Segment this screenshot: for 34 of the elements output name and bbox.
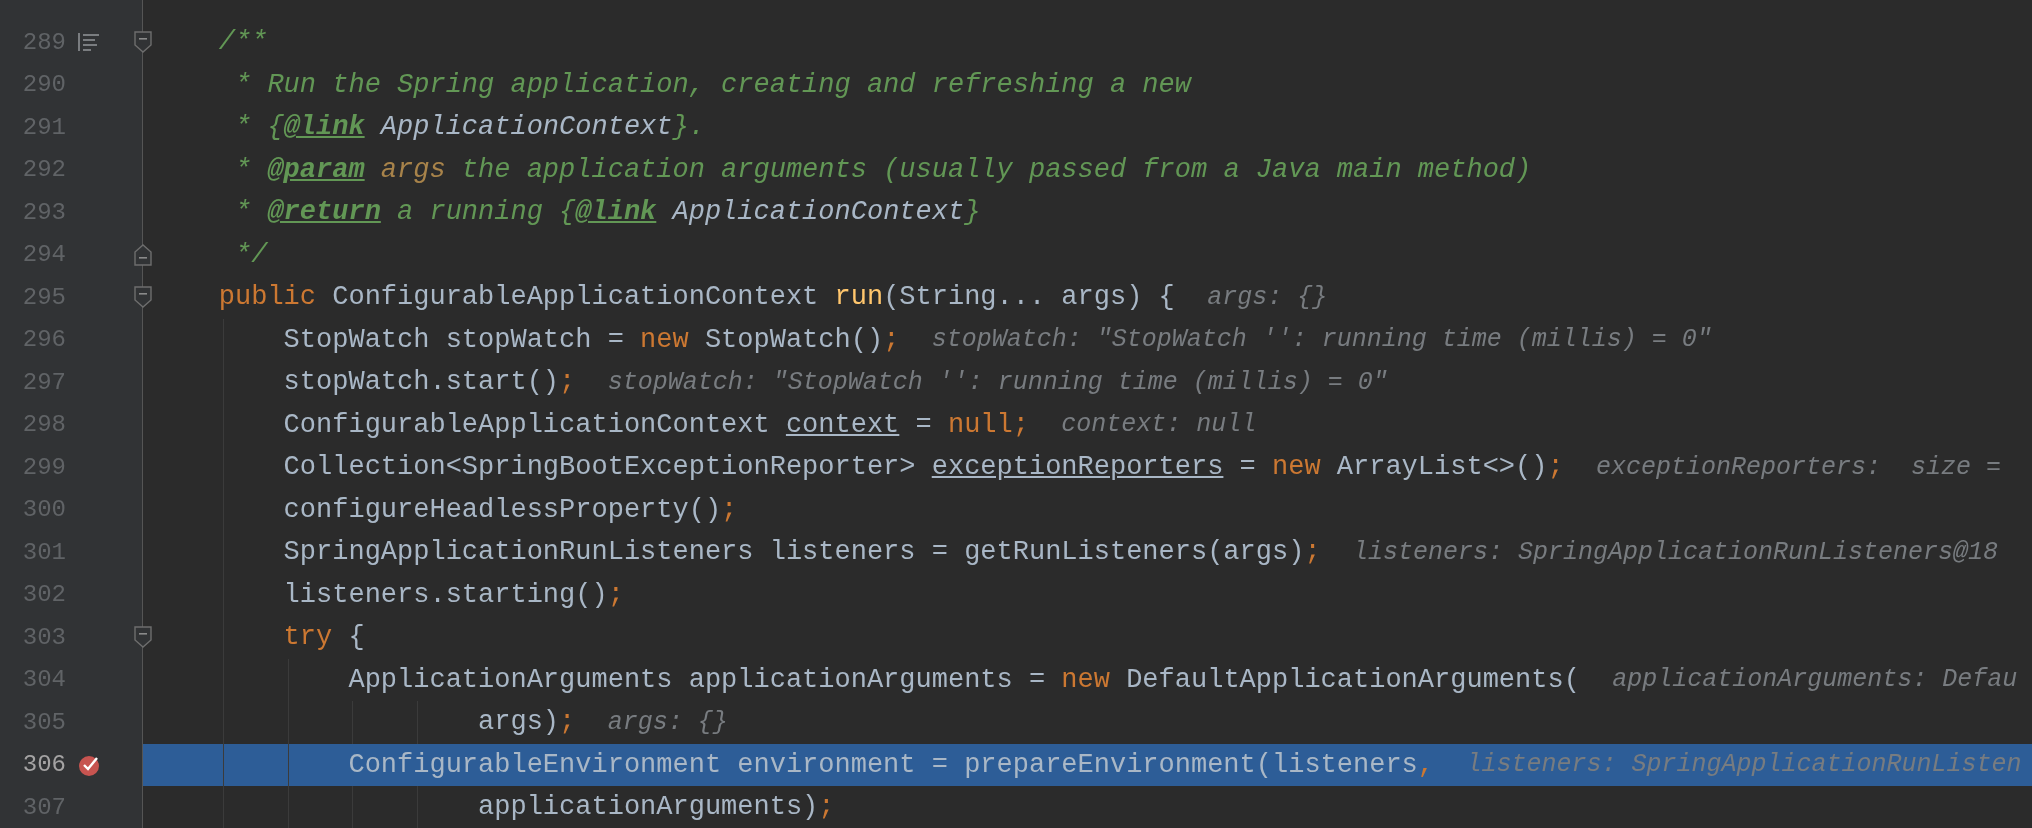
rendered-doc-icon[interactable] bbox=[78, 33, 100, 52]
code-line: StopWatch stopWatch = new StopWatch(); bbox=[282, 324, 900, 355]
doc-comment-line: /** bbox=[217, 27, 268, 58]
code-line: public ConfigurableApplicationContext run(String... args) { bbox=[217, 282, 1175, 313]
inline-value-hint: stopWatch: "StopWatch '': running time (millis) = 0" bbox=[931, 325, 1712, 355]
fold-icon[interactable] bbox=[134, 626, 152, 648]
doc-comment-line: * Run the Spring application, creating and refreshing a new bbox=[234, 69, 1191, 100]
code-line: args); bbox=[477, 707, 576, 738]
code-line: ConfigurableEnvironment environment = prepareEnvironment(listeners, bbox=[347, 749, 1434, 780]
inline-value-hint: applicationArguments: Defau bbox=[1612, 665, 2018, 695]
inline-value-hint: args: {} bbox=[607, 707, 728, 737]
doc-comment-line: * @param args the application arguments (usually passed from a Java main method) bbox=[234, 154, 1532, 185]
code-line: Collection<SpringBootExceptionReporter> exceptionReporters = new ArrayList<>(); bbox=[282, 452, 1564, 483]
inline-value-hint: listeners: SpringApplicationRunListen bbox=[1466, 750, 2022, 780]
code-line: ApplicationArguments applicationArguments = new DefaultApplicationArguments( bbox=[347, 664, 1580, 695]
code-line: SpringApplicationRunListeners listeners = getRunListeners(args); bbox=[282, 537, 1321, 568]
code-line: try { bbox=[282, 622, 365, 653]
inline-value-hint: args: {} bbox=[1207, 282, 1328, 312]
code-line: ConfigurableApplicationContext context = null; bbox=[282, 409, 1029, 440]
fold-icon[interactable] bbox=[134, 286, 152, 308]
doc-comment-line: * @return a running {@link ApplicationContext} bbox=[234, 197, 981, 228]
doc-comment-line: */ bbox=[234, 239, 268, 270]
fold-icon[interactable] bbox=[134, 243, 152, 266]
inline-value-hint: context: null bbox=[1061, 410, 1257, 440]
code-line: stopWatch.start(); bbox=[282, 367, 576, 398]
code-line: listeners.starting(); bbox=[282, 579, 624, 610]
code-line: applicationArguments); bbox=[477, 792, 835, 823]
line-number: 306 bbox=[21, 751, 66, 779]
inline-value-hint: listeners: SpringApplicationRunListeners@18 bbox=[1353, 537, 1999, 567]
code-line: configureHeadlessProperty(); bbox=[282, 494, 738, 525]
doc-comment-line: * {@link ApplicationContext}. bbox=[234, 112, 705, 143]
inline-value-hint: stopWatch: "StopWatch '': running time (millis) = 0" bbox=[607, 367, 1388, 397]
fold-icon[interactable] bbox=[134, 31, 152, 53]
inline-value-hint: exceptionReporters: size = bbox=[1596, 452, 2002, 482]
